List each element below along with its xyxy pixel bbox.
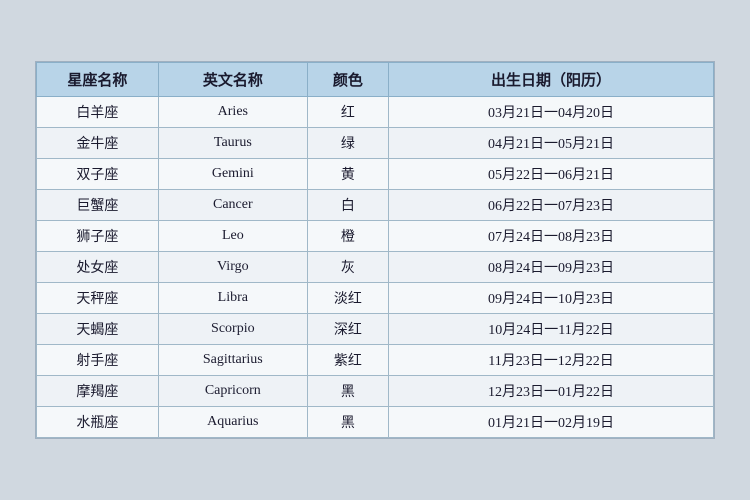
cell-date: 04月21日一05月21日 xyxy=(389,128,714,159)
zodiac-table: 星座名称 英文名称 颜色 出生日期（阳历） 白羊座Aries红03月21日一04… xyxy=(36,62,714,438)
cell-chinese: 双子座 xyxy=(37,159,159,190)
cell-english: Taurus xyxy=(158,128,307,159)
cell-color: 紫红 xyxy=(307,345,388,376)
cell-english: Libra xyxy=(158,283,307,314)
cell-date: 12月23日一01月22日 xyxy=(389,376,714,407)
table-row: 水瓶座Aquarius黑01月21日一02月19日 xyxy=(37,407,714,438)
header-chinese: 星座名称 xyxy=(37,63,159,97)
table-row: 天蝎座Scorpio深红10月24日一11月22日 xyxy=(37,314,714,345)
cell-english: Aries xyxy=(158,97,307,128)
cell-chinese: 射手座 xyxy=(37,345,159,376)
cell-english: Sagittarius xyxy=(158,345,307,376)
cell-chinese: 狮子座 xyxy=(37,221,159,252)
cell-date: 01月21日一02月19日 xyxy=(389,407,714,438)
cell-chinese: 水瓶座 xyxy=(37,407,159,438)
header-english: 英文名称 xyxy=(158,63,307,97)
table-row: 摩羯座Capricorn黑12月23日一01月22日 xyxy=(37,376,714,407)
cell-color: 黑 xyxy=(307,376,388,407)
cell-color: 黑 xyxy=(307,407,388,438)
cell-chinese: 白羊座 xyxy=(37,97,159,128)
cell-color: 深红 xyxy=(307,314,388,345)
table-row: 双子座Gemini黄05月22日一06月21日 xyxy=(37,159,714,190)
cell-chinese: 处女座 xyxy=(37,252,159,283)
table-row: 射手座Sagittarius紫红11月23日一12月22日 xyxy=(37,345,714,376)
cell-chinese: 天蝎座 xyxy=(37,314,159,345)
cell-english: Aquarius xyxy=(158,407,307,438)
cell-color: 橙 xyxy=(307,221,388,252)
cell-chinese: 天秤座 xyxy=(37,283,159,314)
table-row: 处女座Virgo灰08月24日一09月23日 xyxy=(37,252,714,283)
cell-chinese: 巨蟹座 xyxy=(37,190,159,221)
table-row: 狮子座Leo橙07月24日一08月23日 xyxy=(37,221,714,252)
table-row: 金牛座Taurus绿04月21日一05月21日 xyxy=(37,128,714,159)
cell-date: 09月24日一10月23日 xyxy=(389,283,714,314)
cell-color: 淡红 xyxy=(307,283,388,314)
cell-english: Gemini xyxy=(158,159,307,190)
table-header-row: 星座名称 英文名称 颜色 出生日期（阳历） xyxy=(37,63,714,97)
table-row: 白羊座Aries红03月21日一04月20日 xyxy=(37,97,714,128)
cell-date: 05月22日一06月21日 xyxy=(389,159,714,190)
header-date: 出生日期（阳历） xyxy=(389,63,714,97)
zodiac-table-container: 星座名称 英文名称 颜色 出生日期（阳历） 白羊座Aries红03月21日一04… xyxy=(35,61,715,439)
cell-color: 红 xyxy=(307,97,388,128)
cell-chinese: 金牛座 xyxy=(37,128,159,159)
header-color: 颜色 xyxy=(307,63,388,97)
cell-date: 10月24日一11月22日 xyxy=(389,314,714,345)
cell-date: 08月24日一09月23日 xyxy=(389,252,714,283)
cell-date: 11月23日一12月22日 xyxy=(389,345,714,376)
table-row: 巨蟹座Cancer白06月22日一07月23日 xyxy=(37,190,714,221)
cell-color: 绿 xyxy=(307,128,388,159)
table-row: 天秤座Libra淡红09月24日一10月23日 xyxy=(37,283,714,314)
cell-english: Scorpio xyxy=(158,314,307,345)
cell-date: 06月22日一07月23日 xyxy=(389,190,714,221)
cell-english: Virgo xyxy=(158,252,307,283)
cell-chinese: 摩羯座 xyxy=(37,376,159,407)
cell-english: Leo xyxy=(158,221,307,252)
cell-date: 07月24日一08月23日 xyxy=(389,221,714,252)
cell-english: Cancer xyxy=(158,190,307,221)
cell-color: 白 xyxy=(307,190,388,221)
cell-color: 灰 xyxy=(307,252,388,283)
cell-english: Capricorn xyxy=(158,376,307,407)
cell-color: 黄 xyxy=(307,159,388,190)
cell-date: 03月21日一04月20日 xyxy=(389,97,714,128)
